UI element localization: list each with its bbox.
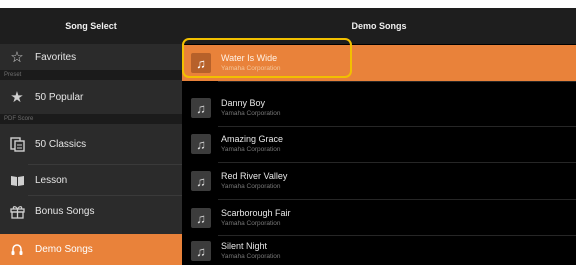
song-subtitle: Yamaha Corporation bbox=[221, 110, 281, 117]
song-subtitle: Yamaha Corporation bbox=[221, 253, 281, 260]
sidebar-item-demo-songs[interactable]: Demo Songs bbox=[0, 234, 182, 265]
sidebar-item-label: 50 Classics bbox=[35, 138, 87, 150]
sidebar-item-favorites[interactable]: ☆ Favorites bbox=[0, 44, 182, 70]
sidebar-item-lesson[interactable]: Lesson bbox=[0, 165, 182, 195]
book-icon bbox=[9, 172, 25, 188]
list-item[interactable]: ♫ Danny Boy Yamaha Corporation bbox=[182, 90, 576, 126]
song-title: Scarborough Fair bbox=[221, 208, 291, 218]
song-title: Danny Boy bbox=[221, 98, 266, 108]
sidebar-item-label: Lesson bbox=[35, 174, 68, 186]
song-title: Red River Valley bbox=[221, 171, 288, 181]
list-item[interactable]: ♫ Scarborough Fair Yamaha Corporation bbox=[182, 200, 576, 236]
sidebar-title: Song Select bbox=[0, 8, 182, 44]
sidebar-item-label: Bonus Songs bbox=[35, 205, 95, 217]
song-texts: Silent Night Yamaha Corporation bbox=[221, 241, 281, 261]
list-item[interactable]: ♫ Red River Valley Yamaha Corporation bbox=[182, 163, 576, 199]
divider bbox=[218, 81, 576, 82]
section-header-preset: Preset bbox=[0, 70, 182, 80]
sidebar-item-label: 50 Popular bbox=[35, 91, 84, 103]
music-note-icon: ♫ bbox=[191, 134, 211, 154]
sidebar-item-bonus-songs[interactable]: Bonus Songs bbox=[0, 196, 182, 226]
song-category-sidebar: Song Select ☆ Favorites Preset ★ 50 Popu… bbox=[0, 8, 182, 265]
song-texts: Danny Boy Yamaha Corporation bbox=[221, 98, 281, 118]
song-title: Amazing Grace bbox=[221, 134, 284, 144]
song-subtitle: Yamaha Corporation bbox=[221, 220, 281, 227]
song-subtitle: Yamaha Corporation bbox=[221, 183, 281, 190]
music-note-icon: ♫ bbox=[191, 208, 211, 228]
sidebar-item-50-classics[interactable]: 50 Classics bbox=[0, 124, 182, 164]
song-title: Silent Night bbox=[221, 241, 268, 251]
list-item[interactable]: ♫ Amazing Grace Yamaha Corporation bbox=[182, 126, 576, 162]
song-list-panel: Demo Songs ♫ Water Is Wide Yamaha Corpor… bbox=[182, 8, 576, 265]
sidebar-item-label: Demo Songs bbox=[35, 244, 93, 255]
song-texts: Amazing Grace Yamaha Corporation bbox=[221, 134, 283, 154]
song-select-app: Song Select ☆ Favorites Preset ★ 50 Popu… bbox=[0, 8, 576, 265]
section-header-pdf-score: PDF Score bbox=[0, 114, 182, 124]
music-note-icon: ♫ bbox=[191, 98, 211, 118]
gift-icon bbox=[9, 203, 25, 219]
song-subtitle: Yamaha Corporation bbox=[221, 146, 281, 153]
sidebar-item-label: Favorites bbox=[35, 51, 77, 63]
list-item[interactable]: ♫ Silent Night Yamaha Corporation bbox=[182, 236, 576, 265]
star-outline-icon: ☆ bbox=[10, 48, 24, 66]
sidebar-item-50-popular[interactable]: ★ 50 Popular bbox=[0, 80, 182, 114]
selection-highlight-outline bbox=[182, 38, 352, 78]
star-icon: ★ bbox=[10, 88, 24, 106]
music-note-icon: ♫ bbox=[191, 171, 211, 191]
score-icon bbox=[9, 136, 25, 152]
song-texts: Red River Valley Yamaha Corporation bbox=[221, 171, 287, 191]
song-texts: Scarborough Fair Yamaha Corporation bbox=[221, 208, 291, 228]
demo-icon bbox=[9, 242, 25, 258]
music-note-icon: ♫ bbox=[191, 241, 211, 261]
